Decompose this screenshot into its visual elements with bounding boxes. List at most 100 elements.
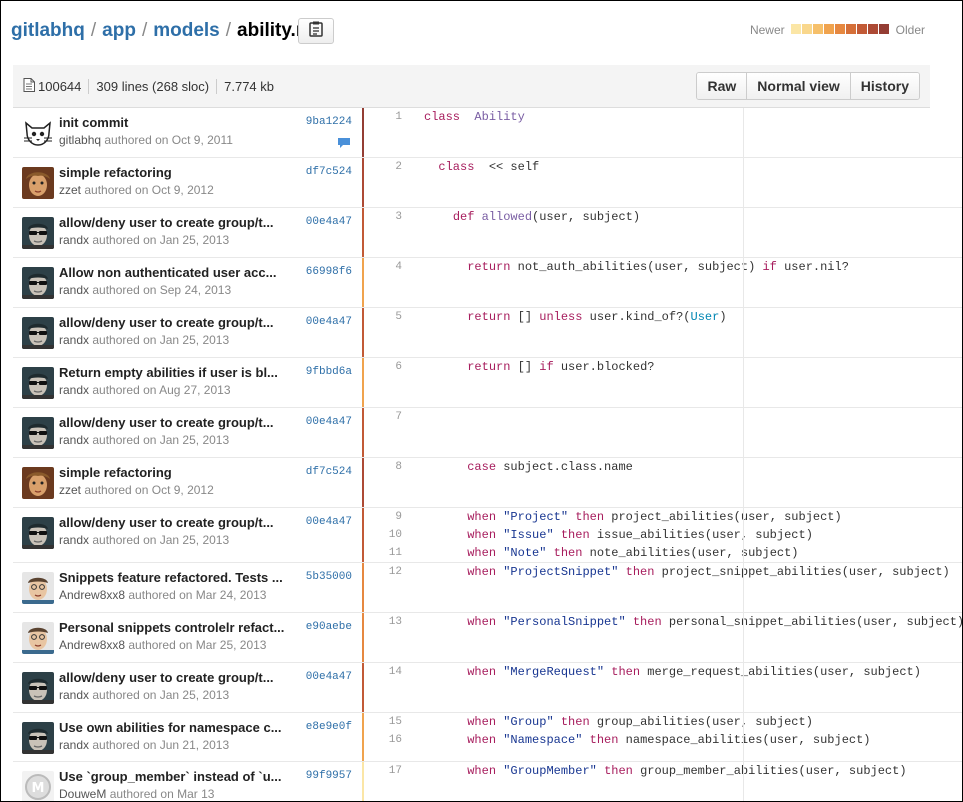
line-number[interactable]: 10	[364, 526, 408, 544]
commit-title-link[interactable]: allow/deny user to create group/t...	[59, 315, 293, 330]
author-avatar[interactable]	[22, 572, 54, 604]
line-number[interactable]: 5	[364, 308, 408, 326]
copy-path-button[interactable]	[298, 18, 334, 44]
author-avatar[interactable]	[22, 417, 54, 449]
commit-title-link[interactable]: allow/deny user to create group/t...	[59, 670, 293, 685]
commit-author-name[interactable]: zzet	[59, 183, 81, 197]
commit-sha-link[interactable]: 99f9957	[306, 770, 352, 782]
commit-title-link[interactable]: Personal snippets controlelr refact...	[59, 620, 293, 635]
blame-block: Allow non authenticated user acc... randx…	[13, 258, 962, 308]
commit-author-name[interactable]: randx	[59, 233, 89, 247]
breadcrumb-models-link[interactable]: models	[153, 20, 220, 42]
line-number[interactable]: 2	[364, 158, 408, 176]
commit-title-link[interactable]: Use `group_member` instead of `u...	[59, 769, 293, 784]
commit-title-link[interactable]: simple refactoring	[59, 165, 293, 180]
commit-authored-date: authored on Jan 25, 2013	[89, 333, 230, 347]
line-number[interactable]: 17	[364, 762, 408, 780]
commit-title-link[interactable]: allow/deny user to create group/t...	[59, 515, 293, 530]
author-avatar[interactable]	[22, 117, 54, 149]
line-number[interactable]: 1	[364, 108, 408, 126]
legend-swatch	[801, 24, 812, 34]
code-token: when	[467, 565, 497, 579]
commit-title-link[interactable]: Use own abilities for namespace c...	[59, 720, 293, 735]
commit-author-name[interactable]: randx	[59, 333, 89, 347]
raw-button[interactable]: Raw	[697, 73, 747, 99]
author-avatar[interactable]	[22, 622, 54, 654]
author-avatar[interactable]	[22, 167, 54, 199]
code-token: when	[467, 528, 497, 542]
line-number[interactable]: 13	[364, 613, 408, 631]
commit-title-link[interactable]: init commit	[59, 115, 293, 130]
commit-sha-link[interactable]: 00e4a47	[306, 216, 352, 228]
code-token: "ProjectSnippet"	[496, 565, 619, 579]
commit-sha-link[interactable]: 00e4a47	[306, 671, 352, 683]
commit-sha-link[interactable]: 00e4a47	[306, 316, 352, 328]
commit-sha-link[interactable]: 00e4a47	[306, 416, 352, 428]
author-avatar[interactable]	[22, 467, 54, 499]
line-number[interactable]: 12	[364, 563, 408, 581]
commit-author-name[interactable]: randx	[59, 533, 89, 547]
line-number[interactable]: 8	[364, 458, 408, 476]
commit-author-name[interactable]: Andrew8xx8	[59, 588, 125, 602]
author-avatar[interactable]	[22, 517, 54, 549]
commit-sha-link[interactable]: e90aebe	[306, 621, 352, 633]
author-avatar[interactable]	[22, 367, 54, 399]
line-number[interactable]: 7	[364, 408, 408, 426]
commit-title-link[interactable]: simple refactoring	[59, 465, 293, 480]
commit-author-name[interactable]: randx	[59, 283, 89, 297]
code-token: User	[690, 310, 720, 324]
code-line: class Ability	[424, 108, 962, 126]
normal-view-button[interactable]: Normal view	[746, 73, 850, 99]
commit-title-link[interactable]: Return empty abilities if user is bl...	[59, 365, 293, 380]
line-number[interactable]: 16	[364, 731, 408, 749]
breadcrumb-app-link[interactable]: app	[102, 20, 136, 42]
commit-authored-date: authored on Mar 24, 2013	[125, 588, 267, 602]
commit-sha-link[interactable]: df7c524	[306, 466, 352, 478]
author-avatar[interactable]	[22, 317, 54, 349]
blame-block: simple refactoring zzet authored on Oct 9…	[13, 158, 962, 208]
breadcrumb-project-link[interactable]: gitlabhq	[11, 20, 85, 42]
author-avatar[interactable]	[22, 267, 54, 299]
line-numbers: 1	[364, 108, 408, 157]
commit-sha-link[interactable]: 00e4a47	[306, 516, 352, 528]
line-number[interactable]: 9	[364, 508, 408, 526]
author-avatar[interactable]: M	[22, 771, 54, 801]
commit-sha-link[interactable]: 5b35000	[306, 571, 352, 583]
commit-author-name[interactable]: randx	[59, 383, 89, 397]
commit-author-name[interactable]: randx	[59, 433, 89, 447]
commit-author-name[interactable]: zzet	[59, 483, 81, 497]
code-token: when	[467, 510, 497, 524]
line-number[interactable]: 3	[364, 208, 408, 226]
line-number[interactable]: 14	[364, 663, 408, 681]
commit-author-name[interactable]: gitlabhq	[59, 133, 101, 147]
blame-commit-info: allow/deny user to create group/t... rand…	[13, 408, 362, 457]
code-token: issue_abilities(user, subject)	[589, 528, 813, 542]
commit-sha-link[interactable]: 9fbbd6a	[306, 366, 352, 378]
line-number[interactable]: 6	[364, 358, 408, 376]
commit-author-name[interactable]: DouweM	[59, 787, 106, 801]
author-avatar[interactable]	[22, 722, 54, 754]
commit-sha-link[interactable]: df7c524	[306, 166, 352, 178]
commit-title-link[interactable]: allow/deny user to create group/t...	[59, 415, 293, 430]
comment-icon[interactable]	[337, 136, 351, 154]
commit-authored-date: authored on Mar 13	[106, 787, 215, 801]
commit-title-link[interactable]: Allow non authenticated user acc...	[59, 265, 293, 280]
commit-authored-date: authored on Sep 24, 2013	[89, 283, 232, 297]
author-avatar[interactable]	[22, 217, 54, 249]
commit-author-line: randx authored on Aug 27, 2013	[59, 383, 231, 397]
commit-sha-link[interactable]: 66998f6	[306, 266, 352, 278]
commit-author-name[interactable]: randx	[59, 688, 89, 702]
commit-sha-link[interactable]: 9ba1224	[306, 116, 352, 128]
line-number[interactable]: 4	[364, 258, 408, 276]
line-number[interactable]: 15	[364, 713, 408, 731]
history-button[interactable]: History	[849, 73, 919, 99]
commit-author-name[interactable]: randx	[59, 738, 89, 752]
commit-sha-link[interactable]: e8e9e0f	[306, 721, 352, 733]
author-avatar[interactable]	[22, 672, 54, 704]
commit-title-link[interactable]: allow/deny user to create group/t...	[59, 215, 293, 230]
commit-title-link[interactable]: Snippets feature refactored. Tests ...	[59, 570, 293, 585]
code-token: "MergeRequest"	[496, 665, 605, 679]
commit-author-name[interactable]: Andrew8xx8	[59, 638, 125, 652]
line-number[interactable]: 11	[364, 544, 408, 562]
